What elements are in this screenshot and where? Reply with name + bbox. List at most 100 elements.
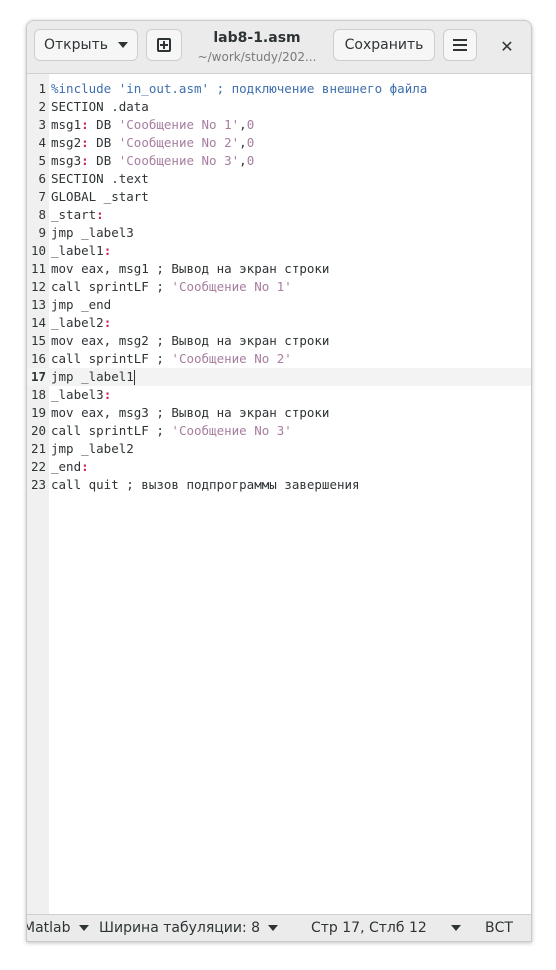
code-token: jmp _end [51,297,112,312]
code-line[interactable]: 3 msg1: DB 'Сообщение No 1',0 [27,116,531,134]
text-cursor [133,370,135,385]
hamburger-icon [453,39,467,51]
line-number: 18 [30,387,46,402]
line-number: 12 [30,279,46,294]
line-number: 13 [30,297,46,312]
code-line[interactable]: 2 SECTION .data [27,98,531,116]
code-text: jmp _end [51,296,111,314]
code-line[interactable]: 5 msg3: DB 'Сообщение No 3',0 [27,152,531,170]
code-lines: 1 %include 'in_out.asm' ; подключение вне… [27,80,531,494]
code-line[interactable]: 8 _start: [27,206,531,224]
code-line[interactable]: 12 call sprintLF ; 'Сообщение No 1' [27,278,531,296]
code-token: 'Сообщение No 2' [118,135,240,150]
line-number: 8 [38,207,46,222]
code-line[interactable]: 19 mov eax, msg3 ; Вывод на экран строки [27,404,531,422]
code-line[interactable]: 22 _end: [27,458,531,476]
code-token: call sprintLF ; [51,279,172,294]
code-token: , [239,153,247,168]
line-number: 10 [30,243,46,258]
text-editor[interactable]: 1 %include 'in_out.asm' ; подключение вне… [27,74,531,914]
language-label: Matlab [26,920,71,936]
code-token: msg1 [51,117,82,132]
close-icon: ✕ [500,37,514,56]
file-name: lab8-1.asm [213,30,301,46]
code-line[interactable]: 11 mov eax, msg1 ; Вывод на экран строки [27,260,531,278]
code-text: call sprintLF ; 'Сообщение No 2' [51,350,292,368]
line-number: 19 [30,405,46,420]
code-token: _label1 [51,243,104,258]
line-number: 23 [30,477,46,492]
code-token: 0 [246,135,255,150]
code-token: : [103,243,112,258]
header-bar: Открыть lab8-1.asm ~/work/study/202... С… [27,21,531,74]
code-line[interactable]: 15 mov eax, msg2 ; Вывод на экран строки [27,332,531,350]
code-line[interactable]: 13 jmp _end [27,296,531,314]
code-token: GLOBAL _start [51,189,149,204]
code-text: jmp _label2 [51,440,134,458]
chevron-down-icon [117,42,128,48]
code-line[interactable]: 21 jmp _label2 [27,440,531,458]
code-line[interactable]: 1 %include 'in_out.asm' ; подключение вне… [27,80,531,98]
code-token: jmp _label1 [51,369,134,384]
line-number: 14 [30,315,46,330]
line-number: 21 [30,441,46,456]
line-number: 15 [30,333,46,348]
line-number: 7 [38,189,46,204]
code-token: call quit ; вызов подпрограммы завершени… [51,477,360,492]
code-token: DB [88,135,119,150]
code-line[interactable]: 9 jmp _label3 [27,224,531,242]
code-token: SECTION .data [51,99,149,114]
code-line[interactable]: 10 _label1: [27,242,531,260]
code-text: SECTION .data [51,98,149,116]
code-line[interactable]: 20 call sprintLF ; 'Сообщение No 3' [27,422,531,440]
tab-width-selector[interactable]: Ширина табуляции: 8 [99,915,279,941]
cursor-position-label: Стр 17, Стлб 12 [311,920,427,936]
code-token: mov eax, msg3 ; Вывод на экран строки [51,405,330,420]
main-menu-button[interactable] [443,29,477,61]
code-token: jmp _label3 [51,225,134,240]
open-button-label: Открыть [44,37,108,53]
insert-mode-indicator[interactable]: ВСТ [485,915,513,941]
code-token: , [239,117,247,132]
code-line[interactable]: 4 msg2: DB 'Сообщение No 2',0 [27,134,531,152]
code-token: _start [51,207,97,222]
code-token: 'Сообщение No 2' [171,351,292,366]
code-token: : [103,315,112,330]
chevron-down-icon [451,925,461,931]
code-line[interactable]: 7 GLOBAL _start [27,188,531,206]
code-token: : [81,135,89,150]
code-token: DB [88,117,119,132]
line-number: 17 [30,369,46,384]
code-token: : [81,459,89,474]
code-token: _label3 [51,387,104,402]
insert-mode-label: ВСТ [485,920,513,936]
code-token: : [81,117,89,132]
code-line[interactable]: 14 _label2: [27,314,531,332]
code-token: 0 [246,117,255,132]
line-number: 9 [38,225,46,240]
save-button[interactable]: Сохранить [333,29,435,61]
editor-window: Открыть lab8-1.asm ~/work/study/202... С… [26,20,532,942]
line-number: 1 [38,81,46,96]
position-dropdown[interactable] [443,915,461,941]
code-text: mov eax, msg1 ; Вывод на экран строки [51,260,329,278]
code-line[interactable]: 16 call sprintLF ; 'Сообщение No 2' [27,350,531,368]
new-tab-icon [157,38,171,52]
new-tab-button[interactable] [146,29,182,61]
code-token: mov eax, msg2 ; Вывод на экран строки [51,333,330,348]
code-token: 0 [246,153,255,168]
code-token: : [96,207,104,222]
code-line[interactable]: 6 SECTION .text [27,170,531,188]
code-token: SECTION .text [51,171,149,186]
code-line[interactable]: 23 call quit ; вызов подпрограммы заверше… [27,476,531,494]
code-text: call sprintLF ; 'Сообщение No 1' [51,278,292,296]
code-line[interactable]: 17 jmp _label1 [27,368,531,386]
code-line[interactable]: 18 _label3: [27,386,531,404]
cursor-position-selector[interactable]: Стр 17, Стлб 12 [311,915,427,941]
close-button[interactable]: ✕ [493,35,521,59]
save-button-label: Сохранить [344,37,424,53]
code-token: : [103,387,112,402]
code-token: , [239,135,247,150]
language-selector[interactable]: Matlab [26,915,89,941]
open-button[interactable]: Открыть [34,29,138,61]
